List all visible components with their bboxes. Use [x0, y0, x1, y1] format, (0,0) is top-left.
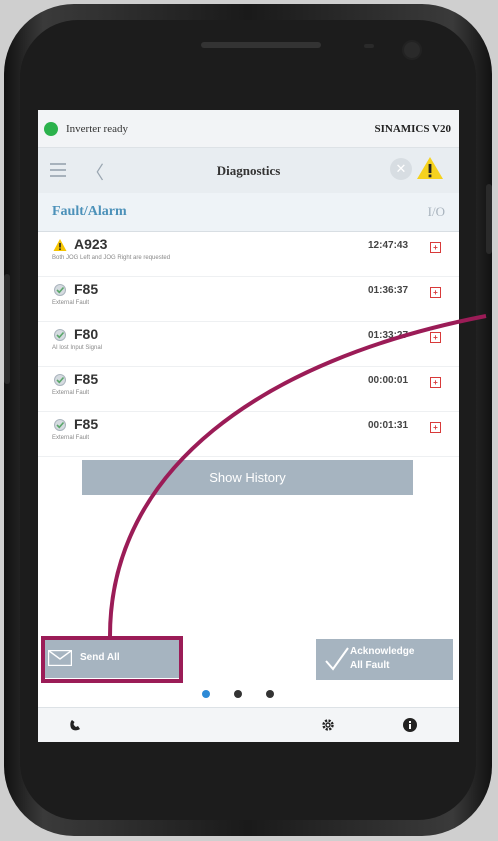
send-all-highlight-box [41, 636, 183, 683]
callout-arrow-line [108, 314, 487, 637]
callout-overlay [108, 314, 487, 637]
